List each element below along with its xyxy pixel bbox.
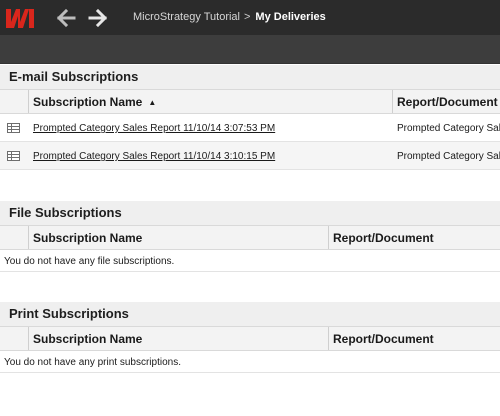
arrow-left-icon[interactable] — [55, 8, 77, 28]
subscription-name-link[interactable]: Prompted Category Sales Report 11/10/14 … — [33, 123, 275, 134]
file-col-subscription-name[interactable]: Subscription Name — [29, 226, 328, 249]
column-label: Subscription Name — [33, 95, 143, 109]
toolbar-strip — [0, 35, 500, 64]
table-row: Prompted Category Sales Report 11/10/14 … — [0, 142, 500, 170]
print-table-header: Subscription Name Report/Document — [0, 326, 500, 351]
email-table-header: Subscription Name ▲ Report/Document — [0, 89, 500, 114]
print-empty-message: You do not have any print subscriptions. — [0, 351, 500, 373]
microstrategy-logo[interactable] — [4, 6, 36, 30]
email-section-title: E-mail Subscriptions — [0, 65, 500, 89]
arrow-right-icon[interactable] — [87, 8, 109, 28]
email-col-report-document[interactable]: Report/Document — [393, 90, 500, 113]
print-col-report-document[interactable]: Report/Document — [329, 327, 500, 350]
top-bar: MicroStrategy Tutorial > My Deliveries — [0, 0, 500, 35]
breadcrumb: MicroStrategy Tutorial > My Deliveries — [133, 11, 326, 23]
grid-report-icon — [7, 151, 20, 161]
grid-report-icon — [7, 123, 20, 133]
file-col-report-document[interactable]: Report/Document — [329, 226, 500, 249]
email-col-subscription-name[interactable]: Subscription Name ▲ — [29, 90, 392, 113]
file-table-header: Subscription Name Report/Document — [0, 225, 500, 250]
print-section-title: Print Subscriptions — [0, 302, 500, 326]
file-section-title: File Subscriptions — [0, 201, 500, 225]
file-empty-message: You do not have any file subscriptions. — [0, 250, 500, 272]
report-document-name: Prompted Category Sales — [397, 123, 500, 134]
report-document-name: Prompted Category Sales — [397, 151, 500, 162]
print-col-subscription-name[interactable]: Subscription Name — [29, 327, 328, 350]
subscription-name-link[interactable]: Prompted Category Sales Report 11/10/14 … — [33, 151, 275, 162]
breadcrumb-current: My Deliveries — [255, 11, 326, 23]
breadcrumb-separator: > — [243, 11, 251, 23]
breadcrumb-project[interactable]: MicroStrategy Tutorial — [133, 11, 240, 23]
table-row: Prompted Category Sales Report 11/10/14 … — [0, 114, 500, 142]
sort-ascending-icon: ▲ — [148, 98, 157, 107]
